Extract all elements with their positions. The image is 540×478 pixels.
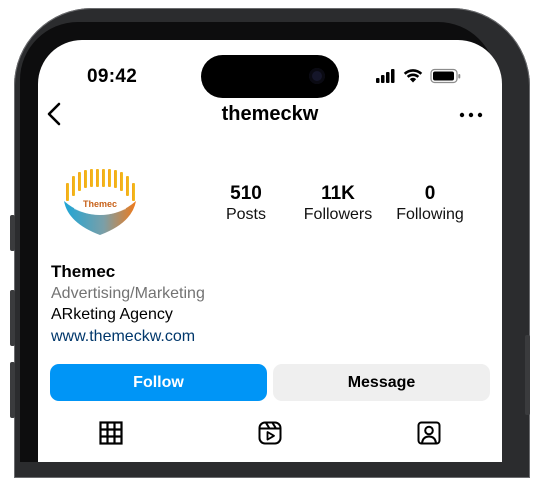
stat-followers-label: Followers <box>303 206 373 223</box>
profile-category: Advertising/Marketing <box>51 285 205 302</box>
tagged-icon[interactable] <box>416 420 442 446</box>
stat-following-label: Following <box>396 206 464 223</box>
profile-website-link[interactable]: www.themeckw.com <box>51 328 195 346</box>
follow-button[interactable]: Follow <box>50 364 267 401</box>
wifi-icon <box>403 69 423 83</box>
profile-bio: ARketing Agency <box>51 306 173 323</box>
stat-posts[interactable]: 510 Posts <box>206 183 286 225</box>
grid-icon[interactable] <box>98 420 124 446</box>
phone-side-button <box>525 335 530 415</box>
reels-icon[interactable] <box>257 420 283 446</box>
dynamic-island <box>201 55 339 98</box>
signal-icon <box>376 69 395 83</box>
battery-icon <box>430 68 461 84</box>
stat-posts-value: 510 <box>230 183 262 204</box>
more-horizontal-icon[interactable] <box>458 110 484 120</box>
stat-followers-value: 11K <box>321 183 355 204</box>
phone-side-button <box>10 290 15 346</box>
stat-followers[interactable]: 11K Followers <box>293 183 383 225</box>
status-icons <box>376 68 461 84</box>
stat-posts-label: Posts <box>225 206 266 223</box>
phone-side-button <box>10 215 15 251</box>
stat-following-value: 0 <box>424 183 436 204</box>
profile-name: Themec <box>51 262 116 281</box>
front-camera <box>309 68 325 84</box>
phone-side-button <box>10 362 15 418</box>
avatar-wordmark: Themec <box>83 199 117 209</box>
message-button[interactable]: Message <box>273 364 490 401</box>
avatar[interactable]: Themec <box>60 165 140 239</box>
status-time: 09:42 <box>87 66 138 87</box>
stat-following[interactable]: 0 Following <box>387 183 473 225</box>
